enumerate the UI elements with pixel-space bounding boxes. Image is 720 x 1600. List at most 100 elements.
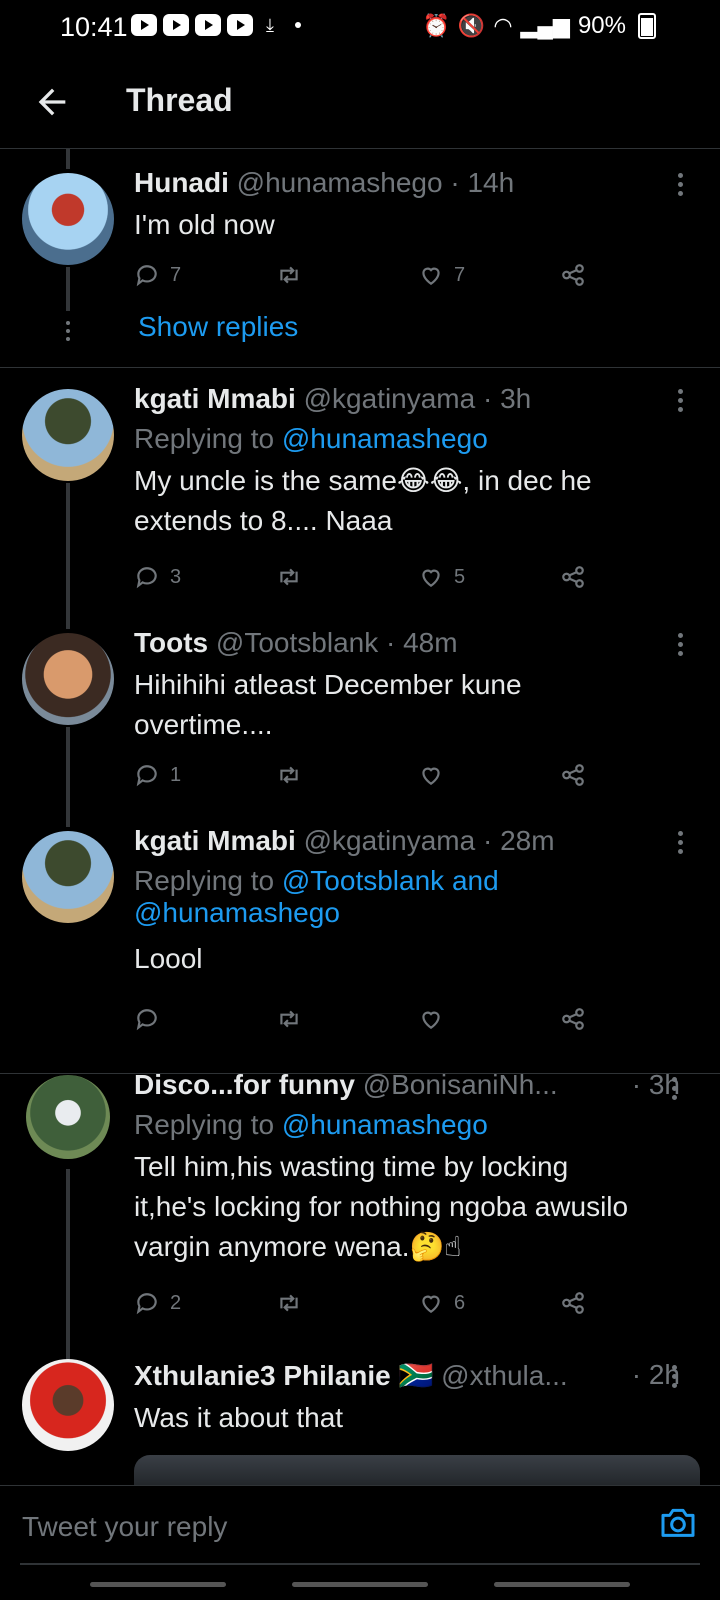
author-name[interactable]: Disco...for funny <box>134 1069 355 1100</box>
tweet-xthulanie[interactable]: Xthulanie3 Philanie 🇿🇦 @xthula... · 2h W… <box>134 1359 680 1438</box>
avatar-kgati[interactable] <box>22 389 114 481</box>
like-button[interactable] <box>418 755 444 795</box>
back-arrow-icon[interactable] <box>32 82 72 122</box>
signal-icon: ▂▄▆ <box>520 13 570 38</box>
thread-line <box>66 267 70 311</box>
mention-link[interactable]: @hunamashego <box>134 897 340 928</box>
author-name[interactable]: kgati Mmabi <box>134 383 296 414</box>
reply-icon <box>136 567 157 589</box>
like-button[interactable] <box>418 999 444 1039</box>
author-handle: @xthula... <box>441 1360 568 1391</box>
thread-line <box>66 727 70 827</box>
tweet-kgati[interactable]: kgati Mmabi @kgatinyama · 3h Replying to… <box>134 383 680 541</box>
avatar-kgati[interactable] <box>22 831 114 923</box>
status-time: 10:41 <box>60 12 128 42</box>
tweet-meta: kgati Mmabi @kgatinyama · 28m <box>134 825 680 857</box>
nav-back[interactable] <box>494 1582 630 1587</box>
share-button[interactable] <box>560 755 586 795</box>
camera-icon[interactable] <box>658 1502 698 1542</box>
mention-link[interactable]: @hunamashego <box>282 1109 488 1140</box>
avatar-hunadi[interactable] <box>22 173 114 265</box>
media-preview[interactable] <box>134 1455 700 1485</box>
wifi-icon: ◠ <box>493 13 513 38</box>
mention-link[interactable]: @Tootsblank and <box>282 865 499 896</box>
share-icon <box>562 566 584 588</box>
like-count: 5 <box>454 565 466 588</box>
retweet-button[interactable] <box>276 755 302 795</box>
avatar-toots[interactable] <box>22 633 114 725</box>
tweet-kgati-2[interactable]: kgati Mmabi @kgatinyama · 28m Replying t… <box>134 825 680 979</box>
tweet-toots[interactable]: Toots @Tootsblank · 48m Hihihihi atleast… <box>134 627 680 745</box>
tweet-text: Was it about that <box>134 1402 344 1433</box>
nav-recent[interactable] <box>90 1582 226 1587</box>
reply-button[interactable]: 7 <box>134 255 181 295</box>
system-icons: ⏰ 🔇 ◠ ▂▄▆ 90% <box>422 12 656 40</box>
reply-button[interactable]: 2 <box>134 1283 181 1323</box>
reply-count: 1 <box>170 763 182 786</box>
like-count: 6 <box>454 1291 466 1314</box>
more-icon[interactable] <box>676 633 684 660</box>
thread-line <box>66 149 70 169</box>
tweet-text-line: My uncle is the same😂😂, in dec he <box>134 465 592 496</box>
share-icon <box>562 1008 584 1030</box>
retweet-button[interactable] <box>276 999 302 1039</box>
like-button[interactable]: 7 <box>418 255 465 295</box>
download-icon: ⤓ <box>266 15 274 35</box>
author-name[interactable]: kgati Mmabi <box>134 825 296 856</box>
top-app-bar: Thread <box>0 58 720 149</box>
reply-button[interactable]: 1 <box>134 755 181 795</box>
tweet-text-line: it,he's locking for nothing ngoba awusil… <box>134 1191 629 1222</box>
like-button[interactable]: 6 <box>418 1283 465 1323</box>
like-count: 7 <box>454 263 466 286</box>
tweet-text: Loool <box>134 943 203 974</box>
nav-home[interactable] <box>292 1582 428 1587</box>
author-handle: @Tootsblank <box>215 627 379 658</box>
more-icon[interactable] <box>676 173 684 200</box>
more-icon[interactable] <box>676 831 684 858</box>
page-title: Thread <box>126 82 233 118</box>
retweet-button[interactable] <box>276 1283 302 1323</box>
mention-link[interactable]: @hunamashego <box>282 423 488 454</box>
share-button[interactable] <box>560 557 586 597</box>
youtube-icon <box>227 14 253 36</box>
tweet-time: · 14h <box>450 167 515 198</box>
reply-icon <box>136 1009 157 1031</box>
status-bar: 10:41 ⤓ ⏰ 🔇 ◠ ▂▄▆ 90% <box>0 0 720 58</box>
show-replies-link[interactable]: Show replies <box>138 311 298 343</box>
avatar-disco[interactable] <box>26 1075 110 1159</box>
retweet-icon <box>280 568 298 586</box>
more-icon[interactable] <box>670 1077 678 1104</box>
retweet-icon <box>280 766 298 784</box>
battery-icon <box>638 13 656 39</box>
tweet-text-line: overtime.... <box>134 709 273 740</box>
tweet-disco[interactable]: Disco...for funny @BonisaniNh... · 3h Re… <box>134 1069 680 1267</box>
share-button[interactable] <box>560 1283 586 1323</box>
share-button[interactable] <box>560 255 586 295</box>
more-icon[interactable] <box>670 1365 678 1392</box>
tweet-text-line: vargin anymore wena.🤔☝ <box>134 1231 462 1262</box>
reply-button[interactable]: 3 <box>134 557 181 597</box>
share-button[interactable] <box>560 999 586 1039</box>
author-name[interactable]: Hunadi <box>134 167 229 198</box>
reply-input[interactable] <box>20 1504 624 1550</box>
reply-button[interactable] <box>134 999 160 1039</box>
tweet-text: Hihihihi atleast December kune overtime.… <box>134 665 680 745</box>
thread-feed[interactable]: Hunadi @hunamashego · 14h I'm old now 7 … <box>0 149 720 1485</box>
author-name[interactable]: Xthulanie3 Philanie <box>134 1360 391 1391</box>
reply-bar <box>0 1485 720 1566</box>
retweet-button[interactable] <box>276 255 302 295</box>
alarm-icon: ⏰ <box>422 13 450 38</box>
tweet-text-line: Tell him,his wasting time by locking <box>134 1151 569 1182</box>
battery-level: 90% <box>577 12 626 39</box>
tweet-hunadi[interactable]: Hunadi @hunamashego · 14h I'm old now <box>134 167 680 245</box>
avatar-xthulanie[interactable] <box>22 1359 114 1451</box>
like-icon <box>422 767 440 785</box>
thread-line <box>66 483 70 629</box>
author-name[interactable]: Toots <box>134 627 208 658</box>
more-icon[interactable] <box>676 389 684 416</box>
retweet-button[interactable] <box>276 557 302 597</box>
reply-count: 2 <box>170 1291 182 1314</box>
youtube-icon <box>195 14 221 36</box>
like-button[interactable]: 5 <box>418 557 465 597</box>
like-icon <box>422 1011 440 1029</box>
